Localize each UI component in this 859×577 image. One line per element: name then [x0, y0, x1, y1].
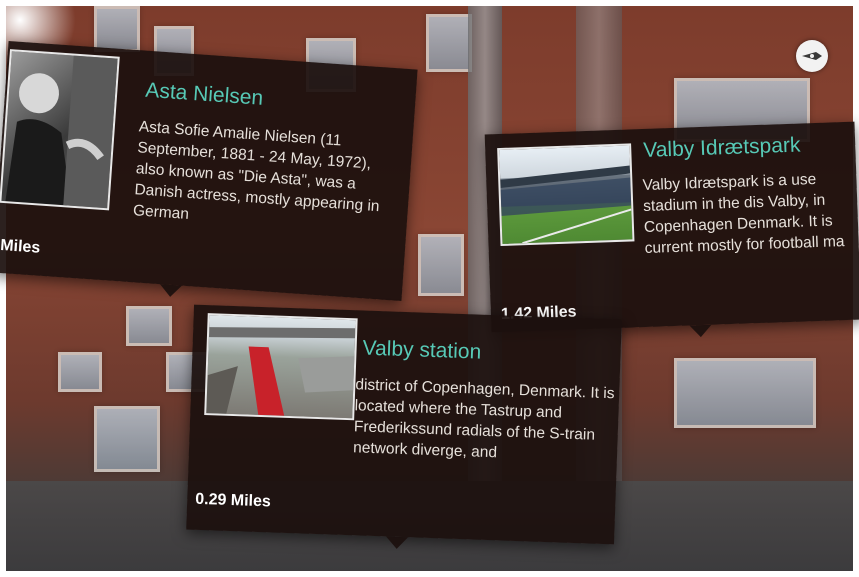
bg-window: [674, 358, 816, 428]
poi-description: district of Copenhagen, Denmark. It is l…: [352, 376, 615, 462]
poi-title: Asta Nielsen: [144, 78, 264, 110]
portrait-image: [5, 55, 118, 209]
poi-distance: Miles: [0, 236, 41, 257]
poi-card-asta-nielsen[interactable]: Asta Nielsen Asta Sofie Amalie Nielsen (…: [0, 40, 418, 302]
station-image: [206, 327, 356, 416]
poi-title: Valby station: [362, 336, 482, 364]
bg-window: [94, 406, 160, 472]
poi-description: Valby Idrætspark is a use stadium in the…: [642, 170, 845, 257]
compass-needle-icon: [802, 52, 822, 60]
poi-distance: 0.29 Miles: [194, 490, 272, 511]
bg-window: [58, 352, 102, 392]
bg-window: [126, 306, 172, 346]
bg-window: [94, 6, 140, 52]
compass-icon[interactable]: [796, 40, 828, 72]
poi-card-valby-station[interactable]: Valby station district of Copenhagen, De…: [186, 304, 622, 545]
poi-thumbnail-station: [204, 313, 358, 421]
poi-card-valby-idraetspark[interactable]: Valby Idrætspark Valby Idrætspark is a u…: [484, 121, 859, 333]
poi-thumbnail-stadium: [497, 143, 635, 247]
poi-description: Asta Sofie Amalie Nielsen (11 September,…: [132, 118, 381, 223]
poi-title: Valby Idrætspark: [642, 133, 801, 162]
stadium-image: [500, 165, 632, 245]
bg-window: [418, 234, 464, 296]
poi-thumbnail-portrait: [0, 49, 120, 211]
bg-window: [426, 14, 472, 72]
